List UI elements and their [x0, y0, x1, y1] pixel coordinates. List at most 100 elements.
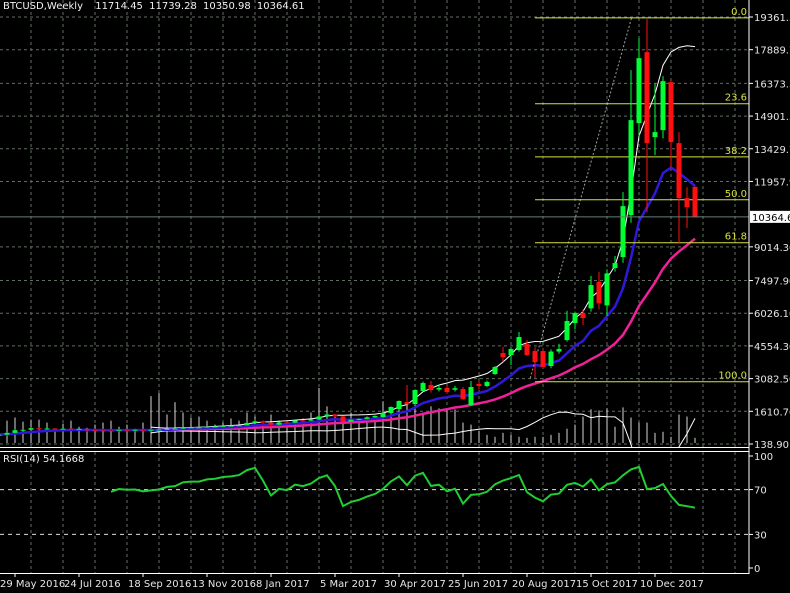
candle-body	[676, 143, 682, 199]
candle[interactable]	[412, 389, 418, 405]
candle[interactable]	[380, 412, 386, 418]
price-axis-label: 13429.70	[754, 145, 790, 156]
candle-body	[500, 353, 506, 358]
candle[interactable]	[684, 187, 690, 229]
candle[interactable]	[572, 311, 578, 330]
candle[interactable]	[452, 385, 458, 392]
candle[interactable]	[300, 419, 306, 422]
candle[interactable]	[28, 427, 34, 430]
candle[interactable]	[484, 380, 490, 388]
candle[interactable]	[668, 80, 674, 168]
candle-body	[428, 385, 434, 391]
candle[interactable]	[4, 432, 10, 435]
candle[interactable]	[556, 343, 562, 354]
price-axis-label: 17889.70	[754, 46, 790, 57]
candle[interactable]	[468, 381, 474, 406]
candle-body	[156, 429, 162, 431]
candle[interactable]	[676, 132, 682, 244]
candle-body	[76, 428, 82, 430]
candle-body	[28, 428, 34, 430]
candle-body	[124, 429, 130, 431]
candle-body	[220, 425, 226, 427]
price-axis-label: 14901.50	[754, 112, 790, 123]
close-value: 10364.61	[257, 1, 305, 12]
candle[interactable]	[284, 421, 290, 424]
candle[interactable]	[364, 416, 370, 420]
trading-chart[interactable]: 19361.50 17889.70 16373.30 14901.50 13429.70…	[0, 0, 790, 593]
candle-body	[12, 430, 18, 433]
candle[interactable]	[460, 387, 466, 401]
rsi-axis-label: 0	[754, 564, 760, 575]
price-axis-label: 11957.90	[754, 177, 790, 188]
candle-body	[684, 198, 690, 208]
candle[interactable]	[252, 419, 258, 424]
candle[interactable]	[44, 427, 50, 430]
candle[interactable]	[444, 385, 450, 394]
price-axis-label: 6026.10	[754, 309, 790, 320]
candle-body	[68, 428, 74, 430]
candle[interactable]	[60, 428, 66, 430]
candle[interactable]	[580, 309, 586, 325]
candle-body	[268, 422, 274, 425]
candle-body	[620, 206, 626, 258]
candle[interactable]	[12, 429, 18, 434]
candle[interactable]	[660, 76, 666, 139]
fib-level-label: 23.6	[725, 93, 747, 104]
candle[interactable]	[492, 366, 498, 375]
candle[interactable]	[636, 38, 642, 137]
rsi-pane[interactable]	[0, 465, 749, 535]
candle[interactable]	[324, 413, 330, 417]
price-axis-label: 9014.30	[754, 243, 790, 254]
candle[interactable]	[652, 83, 658, 156]
bollinger-upper-line	[150, 45, 696, 429]
candle[interactable]	[316, 416, 322, 420]
candle[interactable]	[604, 269, 610, 317]
price-pane[interactable]	[0, 16, 749, 468]
candle[interactable]	[516, 332, 522, 352]
date-label: 15 Oct 2017	[576, 579, 638, 590]
candle[interactable]	[244, 422, 250, 426]
price-axis-label: 19361.50	[754, 13, 790, 24]
candle[interactable]	[548, 349, 554, 369]
candle[interactable]	[220, 425, 226, 427]
candle[interactable]	[332, 413, 338, 418]
candle[interactable]	[404, 385, 410, 405]
candle-body	[236, 425, 242, 427]
candle[interactable]	[236, 425, 242, 427]
candle[interactable]	[564, 310, 570, 342]
candle[interactable]	[532, 347, 538, 379]
candle[interactable]	[540, 349, 546, 369]
candle[interactable]	[396, 400, 402, 410]
candle[interactable]	[692, 186, 698, 218]
candle-body	[532, 351, 538, 363]
candle[interactable]	[628, 70, 634, 223]
candle[interactable]	[588, 276, 594, 312]
candle[interactable]	[620, 192, 626, 263]
price-axis-label: 138.90	[754, 440, 789, 451]
symbol-label: BTCUSD,Weekly	[3, 1, 83, 12]
candle[interactable]	[420, 381, 426, 392]
candle[interactable]	[388, 406, 394, 414]
chart-header: BTCUSD,Weekly 11714.45 11739.28 10350.98…	[3, 1, 305, 12]
candle[interactable]	[276, 422, 282, 425]
candle-body	[444, 388, 450, 393]
candle-body	[276, 422, 282, 425]
candle-body	[508, 349, 514, 356]
candle-body	[100, 430, 106, 432]
candle[interactable]	[260, 420, 266, 424]
candle[interactable]	[644, 19, 650, 213]
candle-body	[252, 421, 258, 423]
candle[interactable]	[500, 346, 506, 362]
candle[interactable]	[476, 380, 482, 390]
candle[interactable]	[292, 420, 298, 423]
candle-body	[436, 387, 442, 390]
candle[interactable]	[68, 428, 74, 430]
candle[interactable]	[36, 427, 42, 430]
candle[interactable]	[596, 271, 602, 310]
date-label: 18 Sep 2016	[128, 579, 191, 590]
candle-body	[60, 428, 66, 430]
candle[interactable]	[20, 429, 26, 431]
candle[interactable]	[428, 381, 434, 393]
candle-body	[148, 429, 154, 431]
candle-body	[476, 383, 482, 386]
